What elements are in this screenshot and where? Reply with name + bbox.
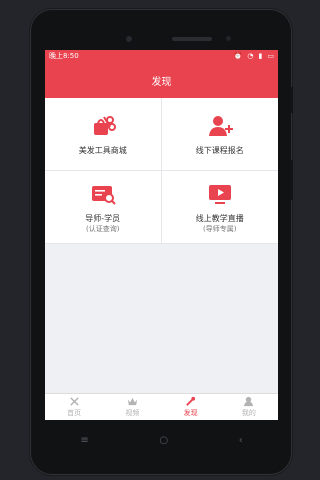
person-icon [244,396,254,407]
tab-label: 我的 [241,409,256,417]
tab-discover[interactable]: 发现 [162,394,220,420]
grid-item-sublabel: (认证查询) [86,224,120,233]
grid-item-offline-course[interactable]: 线下课程报名 [161,98,278,171]
crown-icon [127,397,137,406]
home-key-icon[interactable]: ○ [159,435,168,446]
grid-item-label: 线上教学直播 [195,213,244,223]
app-bar: 发现 [45,62,278,98]
tab-label: 视频 [125,409,140,417]
wifi-icon: ◔ [247,52,254,60]
grid-item-tool-mall[interactable]: 美发工具商城 [45,98,162,171]
status-icons: ⏰ ◔ ▮ ▭ [234,52,274,60]
compass-icon [186,396,196,406]
live-video-icon [208,184,231,204]
status-time: 晚上8:50 [49,52,79,60]
scissors-bag-icon [93,115,116,135]
person-add-icon [208,115,233,136]
grid-item-sublabel: (导师专属) [203,224,237,233]
bottom-tab-bar: 首页 视频 发现 我的 [45,393,278,420]
tab-mine[interactable]: 我的 [220,394,278,420]
tools-icon [69,397,79,406]
tab-video[interactable]: 视频 [103,394,161,420]
grid-item-label: 线下课程报名 [195,145,244,155]
grid-item-mentor-student[interactable]: 导师-学员 (认证查询) [45,171,162,244]
certificate-search-icon [91,185,116,205]
battery-icon: ▭ [267,52,274,60]
back-key-icon[interactable]: ‹ [239,435,243,446]
screen: 晚上8:50 ⏰ ◔ ▮ ▭ 发现 美发工具商城 线下课程报名 导师-学员 (认… [45,50,278,420]
grid-item-label: 美发工具商城 [78,145,127,155]
volume-button [290,160,293,200]
power-button [290,87,293,113]
tab-home[interactable]: 首页 [45,394,103,420]
signal-icon: ▮ [258,52,263,60]
proximity-sensor [226,36,231,41]
discover-grid: 美发工具商城 线下课程报名 导师-学员 (认证查询) 线上教学直播 (导师专属) [45,98,278,244]
hardware-nav-keys: ≡ ○ ‹ [45,432,278,448]
alarm-icon: ⏰ [233,52,243,60]
tab-label: 发现 [183,409,198,417]
front-camera [126,36,132,42]
grid-item-online-live[interactable]: 线上教学直播 (导师专属) [161,171,278,244]
earpiece [172,37,212,41]
grid-item-label: 导师-学员 [85,213,121,223]
status-bar: 晚上8:50 ⏰ ◔ ▮ ▭ [45,50,278,62]
page-title: 发现 [151,76,172,88]
tab-label: 首页 [67,409,82,417]
menu-key-icon[interactable]: ≡ [80,435,88,446]
